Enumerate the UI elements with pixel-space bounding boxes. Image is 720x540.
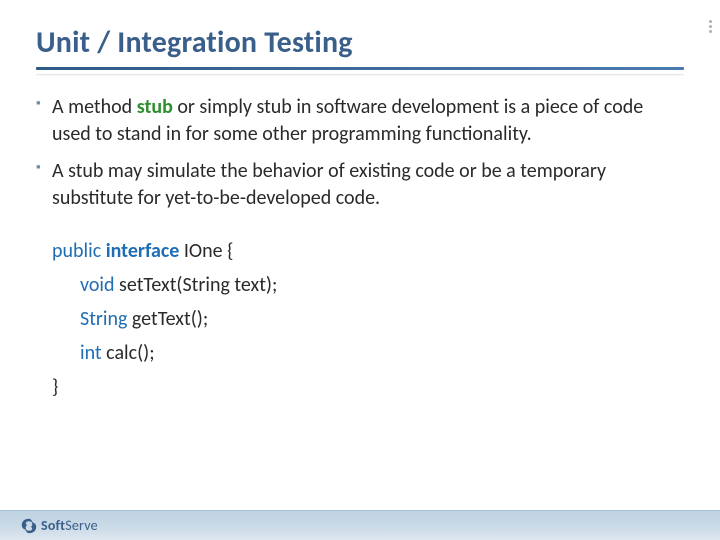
footer-bar: SoftServe: [0, 510, 720, 540]
code-text: calc();: [102, 341, 155, 365]
brand-name: SoftServe: [41, 517, 98, 534]
code-line: String getText();: [52, 302, 684, 336]
code-text: getText();: [127, 307, 208, 331]
bullet-text-pre: A method: [52, 95, 137, 119]
keyword-void: void: [80, 273, 115, 297]
slide-nav-dots: [709, 20, 712, 33]
code-text: IOne {: [179, 239, 233, 263]
code-line: int calc();: [52, 336, 684, 370]
keyword-string: String: [80, 307, 127, 331]
slide-content: A method stub or simply stub in software…: [36, 94, 684, 404]
code-text: }: [52, 375, 58, 399]
bullet-item: A method stub or simply stub in software…: [36, 94, 684, 148]
code-line: void setText(String text);: [52, 268, 684, 302]
logo-swirl-icon: [20, 517, 38, 535]
bullet-item: A stub may simulate the behavior of exis…: [36, 158, 684, 212]
title-shadow: [36, 74, 684, 76]
keyword-public: public: [52, 239, 101, 263]
code-line: public interface IOne {: [52, 234, 684, 268]
title-underline: [36, 67, 684, 70]
keyword-interface: interface: [106, 239, 180, 263]
keyword-int: int: [80, 341, 102, 365]
brand-logo: SoftServe: [20, 517, 98, 535]
keyword-stub: stub: [137, 95, 173, 119]
brand-rest: Serve: [65, 517, 98, 534]
bullet-text: A stub may simulate the behavior of exis…: [52, 159, 606, 210]
brand-bold: Soft: [41, 517, 65, 534]
code-block: public interface IOne { void setText(Str…: [36, 234, 684, 404]
slide-title: Unit / Integration Testing: [36, 24, 684, 61]
code-text: setText(String text);: [115, 273, 278, 297]
code-line: }: [52, 370, 684, 404]
